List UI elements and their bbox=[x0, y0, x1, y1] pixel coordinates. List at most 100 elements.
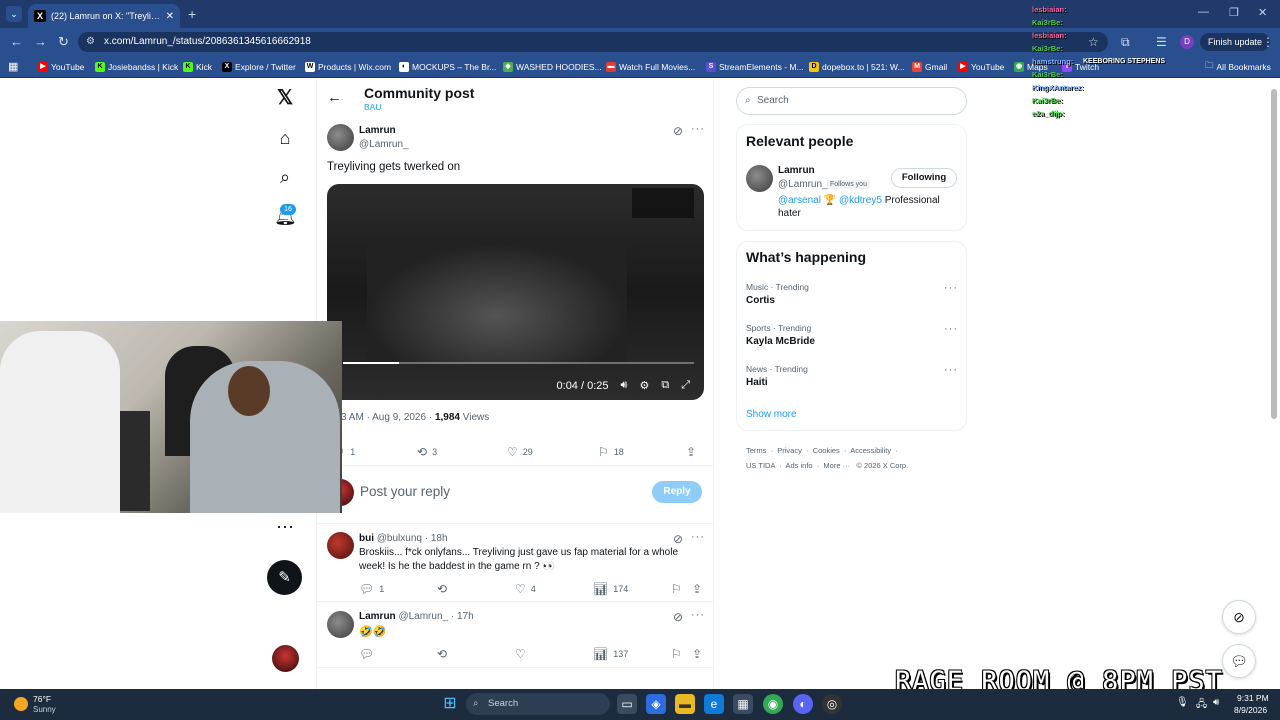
bookmark-item[interactable]: ◐ MOCKUPS – The Br... bbox=[399, 60, 496, 74]
obs-icon[interactable]: ◎ bbox=[822, 694, 842, 714]
like-action[interactable]: ♡ bbox=[515, 647, 526, 661]
bio-mention[interactable]: @kdtrey5 bbox=[839, 195, 882, 206]
extensions-icon[interactable]: ⧉ bbox=[1121, 35, 1130, 50]
site-info-icon[interactable]: ⚙ bbox=[86, 32, 95, 52]
bookmark-item[interactable]: S StreamElements - M... bbox=[706, 60, 804, 74]
more-icon[interactable]: ⋯ bbox=[274, 516, 296, 538]
author-handle[interactable]: @Lamrun_ bbox=[359, 139, 409, 150]
scrollbar-thumb[interactable] bbox=[1271, 89, 1277, 419]
author-avatar[interactable] bbox=[327, 124, 354, 151]
forward-icon[interactable]: → bbox=[34, 34, 47, 49]
repost-action[interactable]: ⟲ bbox=[437, 647, 447, 661]
edge-icon[interactable]: e bbox=[704, 694, 724, 714]
network-icon[interactable]: 🖧︎ bbox=[1196, 697, 1207, 714]
back-icon[interactable]: ← bbox=[10, 34, 23, 49]
pip-icon[interactable]: ⧉ bbox=[661, 379, 669, 392]
volume-icon[interactable]: 🔊︎ bbox=[621, 379, 628, 392]
community-name[interactable]: BAU bbox=[364, 102, 381, 112]
like-action[interactable]: ♡ 4 bbox=[515, 582, 536, 596]
bookmark-item[interactable]: K Josiebandss | Kick bbox=[95, 60, 178, 74]
footer-link[interactable]: More ··· bbox=[823, 461, 850, 470]
reply-author-avatar[interactable] bbox=[327, 532, 354, 559]
clock-date[interactable]: 8/9/2026 bbox=[1234, 705, 1267, 715]
person-avatar[interactable] bbox=[746, 165, 773, 192]
bookmark-item[interactable]: ▶ YouTube bbox=[38, 60, 84, 74]
reply-input[interactable]: Post your reply bbox=[360, 484, 450, 499]
weather-temp[interactable]: 76°F bbox=[33, 694, 51, 704]
trend-more-icon[interactable]: ··· bbox=[944, 282, 958, 294]
reply-more-icon[interactable]: ··· bbox=[691, 531, 705, 543]
browser-menu-icon[interactable]: ⋮ bbox=[1262, 35, 1274, 49]
tab-search-button[interactable]: ⌄ bbox=[6, 6, 22, 22]
trend-more-icon[interactable]: ··· bbox=[944, 364, 958, 376]
bookmark-action[interactable]: ⚐ 18 bbox=[598, 445, 624, 459]
back-arrow-icon[interactable]: ← bbox=[327, 89, 342, 106]
reply-author-avatar[interactable] bbox=[327, 611, 354, 638]
address-bar[interactable]: ⚙ x.com/Lamrun_/status/20863613456166629… bbox=[78, 32, 1108, 52]
compose-post-button[interactable]: ✎ bbox=[267, 560, 302, 595]
search-input[interactable]: ⌕ Search bbox=[736, 87, 967, 115]
messages-float-icon[interactable]: 💬︎ bbox=[1222, 644, 1256, 678]
footer-link[interactable]: Terms bbox=[746, 446, 766, 455]
bookmark-action[interactable]: ⚐ bbox=[671, 582, 682, 596]
taskbar-search[interactable]: ⌕ Search bbox=[466, 693, 610, 715]
profile-avatar[interactable]: D bbox=[1180, 35, 1194, 49]
bookmark-star-icon[interactable]: ☆ bbox=[1088, 35, 1099, 49]
reply-action[interactable]: 💬︎1 bbox=[359, 582, 384, 596]
reply-action[interactable]: 💬︎ bbox=[359, 647, 374, 661]
footer-link[interactable]: Privacy bbox=[777, 446, 802, 455]
chrome-icon[interactable]: ◉ bbox=[763, 694, 783, 714]
reload-icon[interactable]: ↻ bbox=[58, 34, 69, 50]
clock-time[interactable]: 9:31 PM bbox=[1237, 693, 1269, 703]
sun-icon[interactable] bbox=[14, 697, 28, 711]
maximize-icon[interactable]: ❐ bbox=[1229, 6, 1239, 19]
bookmark-item[interactable]: W Products | Wix.com bbox=[305, 60, 391, 74]
views-action[interactable]: 📊︎ 174 bbox=[593, 582, 628, 596]
post-video[interactable]: 0:04 / 0:25 🔊︎ ⚙ ⧉ ⤢ bbox=[327, 184, 704, 400]
trend-name[interactable]: Haiti bbox=[746, 377, 768, 388]
footer-link[interactable]: US TIDA bbox=[746, 461, 775, 470]
discord-icon[interactable]: ◐ bbox=[793, 694, 813, 714]
person-name[interactable]: Lamrun bbox=[778, 165, 815, 176]
bookmark-item[interactable]: ◆ WASHED HOODIES... bbox=[503, 60, 602, 74]
bookmark-item[interactable]: X Explore / Twitter bbox=[222, 60, 296, 74]
reply-button[interactable]: Reply bbox=[652, 481, 702, 503]
video-progress-bar[interactable] bbox=[343, 362, 694, 364]
share-action[interactable]: ⇪ bbox=[692, 647, 702, 661]
apps-grid-icon[interactable]: ▦ bbox=[8, 60, 18, 73]
bookmark-item[interactable]: Ddopebox.to | 521: W... bbox=[809, 60, 905, 74]
share-action[interactable]: ⇪ bbox=[692, 582, 702, 596]
grok-icon[interactable]: ⊘ bbox=[673, 610, 683, 624]
repost-action[interactable]: ⟲ 3 bbox=[417, 445, 437, 459]
grok-float-icon[interactable]: ⊘ bbox=[1222, 600, 1256, 634]
bookmark-item[interactable]: K Kick bbox=[183, 60, 212, 74]
volume-tray-icon[interactable]: 🔊︎ bbox=[1213, 697, 1219, 708]
finish-update-button[interactable]: Finish update bbox=[1200, 33, 1271, 51]
copilot-icon[interactable]: ◈ bbox=[646, 694, 666, 714]
new-tab-button[interactable]: + bbox=[188, 6, 196, 22]
share-action[interactable]: ⇪ bbox=[686, 445, 696, 459]
bookmark-action[interactable]: ⚐ bbox=[671, 647, 682, 661]
like-action[interactable]: ♡ 29 bbox=[507, 445, 533, 459]
author-name[interactable]: Lamrun bbox=[359, 125, 396, 136]
bookmark-item[interactable]: ▬ Watch Full Movies... bbox=[606, 60, 695, 74]
windows-start-icon[interactable]: ⊞ bbox=[440, 694, 460, 714]
repost-action[interactable]: ⟲ bbox=[437, 582, 447, 596]
reply-author-handle[interactable]: @Lamrun_ · 17h bbox=[398, 611, 473, 622]
grok-icon[interactable]: ⊘ bbox=[673, 532, 683, 546]
file-explorer-icon[interactable]: ▬ bbox=[675, 694, 695, 714]
reply-author-name[interactable]: Lamrun bbox=[359, 611, 396, 622]
bio-mention[interactable]: @arsenal bbox=[778, 195, 821, 206]
reply-more-icon[interactable]: ··· bbox=[691, 609, 705, 621]
all-bookmarks[interactable]: 🗀 All Bookmarks bbox=[1205, 60, 1271, 74]
footer-link[interactable]: Accessibility bbox=[850, 446, 891, 455]
trend-name[interactable]: Cortis bbox=[746, 295, 775, 306]
mic-icon[interactable]: 🎙︎ bbox=[1176, 697, 1189, 708]
bookmark-item[interactable]: M Gmail bbox=[912, 60, 947, 74]
footer-link[interactable]: Cookies bbox=[813, 446, 840, 455]
trend-more-icon[interactable]: ··· bbox=[944, 323, 958, 335]
x-logo-icon[interactable]: 𝕏 bbox=[274, 87, 296, 109]
explore-search-icon[interactable]: ⌕ bbox=[274, 166, 296, 188]
account-avatar[interactable] bbox=[272, 645, 299, 672]
reply-author-handle[interactable]: @bulxunq · 18h bbox=[377, 533, 448, 544]
